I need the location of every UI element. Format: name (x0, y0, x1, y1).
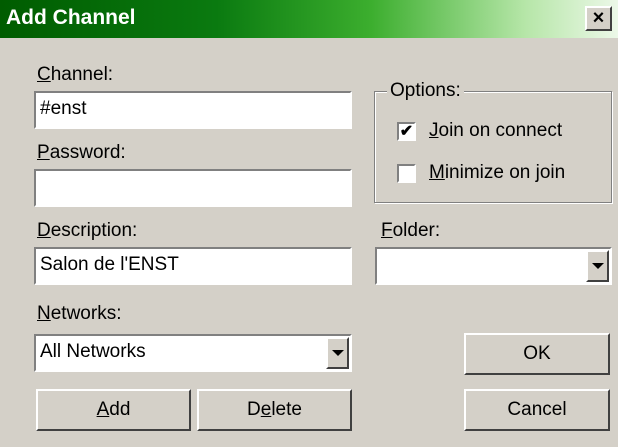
join-on-connect-checkbox[interactable]: ✔ (397, 122, 416, 141)
ok-button-label: OK (523, 343, 551, 364)
folder-label: Folder: (381, 220, 441, 241)
close-button[interactable]: × (585, 6, 612, 31)
channel-label: Channel: (37, 64, 114, 85)
options-group: Options: ✔ Join on connect Minimize on j… (374, 80, 612, 203)
window-title: Add Channel (6, 6, 136, 29)
add-channel-dialog: Add Channel × Channel: #enst Password: O… (0, 0, 618, 447)
networks-dropdown-button[interactable] (326, 337, 349, 369)
description-input[interactable]: Salon de l'ENST (34, 247, 352, 285)
delete-button[interactable]: Delete (197, 389, 352, 431)
close-icon: × (592, 7, 605, 29)
description-input-value: Salon de l'ENST (40, 254, 179, 275)
add-button[interactable]: Add (36, 389, 191, 431)
check-mark-icon: ✔ (399, 122, 414, 140)
add-button-label: Add (96, 399, 131, 420)
minimize-on-join-label[interactable]: Minimize on join (429, 162, 565, 184)
folder-dropdown-button[interactable] (586, 250, 609, 282)
title-bar: Add Channel × (0, 0, 618, 38)
cancel-button[interactable]: Cancel (464, 389, 610, 431)
delete-button-label: Delete (247, 399, 302, 420)
password-input[interactable] (34, 169, 352, 207)
cancel-button-label: Cancel (507, 399, 567, 420)
networks-label: Networks: (37, 303, 122, 324)
folder-select[interactable] (375, 247, 612, 285)
minimize-on-join-checkbox[interactable] (397, 164, 416, 183)
networks-select[interactable]: All Networks (34, 334, 352, 372)
password-label: Password: (37, 142, 126, 163)
chevron-down-icon (591, 263, 604, 269)
networks-select-value: All Networks (40, 341, 146, 362)
chevron-down-icon (331, 350, 344, 356)
ok-button[interactable]: OK (464, 333, 610, 375)
channel-input[interactable]: #enst (34, 91, 352, 129)
join-on-connect-label[interactable]: Join on connect (429, 120, 562, 142)
options-legend: Options: (387, 80, 464, 102)
description-label: Description: (37, 220, 138, 241)
channel-input-value: #enst (40, 98, 87, 119)
